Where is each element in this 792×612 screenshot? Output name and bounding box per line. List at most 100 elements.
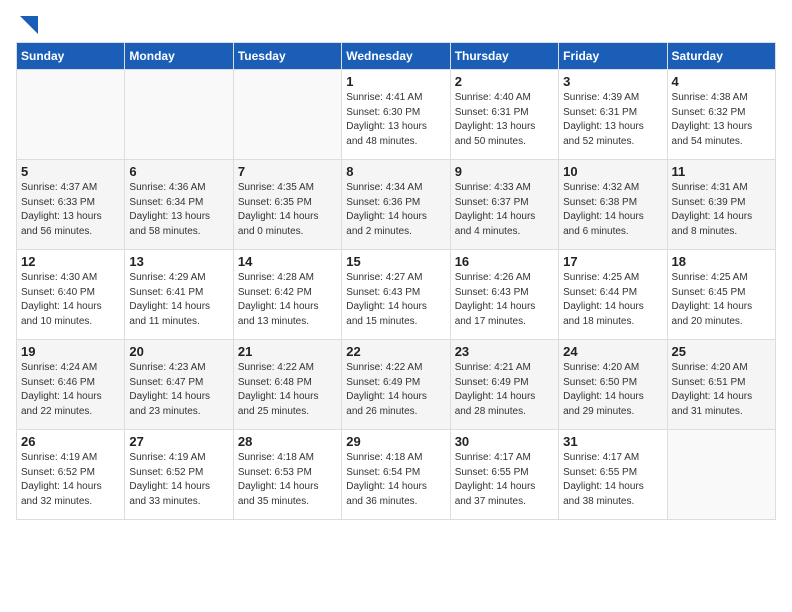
week-row-4: 19 Sunrise: 4:24 AM Sunset: 6:46 PM Dayli… bbox=[17, 340, 776, 430]
day-info: Sunrise: 4:22 AM Sunset: 6:48 PM Dayligh… bbox=[238, 361, 337, 419]
day-info: Sunrise: 4:29 AM Sunset: 6:41 PM Dayligh… bbox=[129, 271, 228, 329]
day-number: 26 bbox=[21, 434, 120, 449]
week-row-1: 1 Sunrise: 4:41 AM Sunset: 6:30 PM Daylig… bbox=[17, 70, 776, 160]
calendar-header-row: SundayMondayTuesdayWednesdayThursdayFrid… bbox=[17, 43, 776, 70]
calendar-cell: 8Sunrise: 4:34 AM Sunset: 6:36 PM Daylig… bbox=[342, 160, 450, 250]
day-number: 13 bbox=[129, 254, 228, 269]
day-number: 24 bbox=[563, 344, 662, 359]
week-row-2: 5Sunrise: 4:37 AM Sunset: 6:33 PM Daylig… bbox=[17, 160, 776, 250]
day-number: 11 bbox=[672, 164, 771, 179]
calendar-cell: 31 Sunrise: 4:17 AM Sunset: 6:55 PM Dayli… bbox=[559, 430, 667, 520]
calendar-cell: 2 Sunrise: 4:40 AM Sunset: 6:31 PM Daylig… bbox=[450, 70, 558, 160]
calendar-cell: 23 Sunrise: 4:21 AM Sunset: 6:49 PM Dayli… bbox=[450, 340, 558, 430]
calendar-cell: 4 Sunrise: 4:38 AM Sunset: 6:32 PM Daylig… bbox=[667, 70, 775, 160]
day-number: 12 bbox=[21, 254, 120, 269]
day-number: 27 bbox=[129, 434, 228, 449]
day-number: 6 bbox=[129, 164, 228, 179]
day-number: 1 bbox=[346, 74, 445, 89]
day-info: Sunrise: 4:28 AM Sunset: 6:42 PM Dayligh… bbox=[238, 271, 337, 329]
day-info: Sunrise: 4:23 AM Sunset: 6:47 PM Dayligh… bbox=[129, 361, 228, 419]
calendar-cell: 3 Sunrise: 4:39 AM Sunset: 6:31 PM Daylig… bbox=[559, 70, 667, 160]
calendar-cell bbox=[17, 70, 125, 160]
day-info: Sunrise: 4:30 AM Sunset: 6:40 PM Dayligh… bbox=[21, 271, 120, 329]
day-info: Sunrise: 4:24 AM Sunset: 6:46 PM Dayligh… bbox=[21, 361, 120, 419]
calendar-cell: 28Sunrise: 4:18 AM Sunset: 6:53 PM Dayli… bbox=[233, 430, 341, 520]
col-header-thursday: Thursday bbox=[450, 43, 558, 70]
calendar-cell: 14 Sunrise: 4:28 AM Sunset: 6:42 PM Dayli… bbox=[233, 250, 341, 340]
calendar-cell bbox=[667, 430, 775, 520]
col-header-monday: Monday bbox=[125, 43, 233, 70]
day-info: Sunrise: 4:25 AM Sunset: 6:44 PM Dayligh… bbox=[563, 271, 662, 329]
calendar-cell: 1 Sunrise: 4:41 AM Sunset: 6:30 PM Daylig… bbox=[342, 70, 450, 160]
calendar-cell: 11 Sunrise: 4:31 AM Sunset: 6:39 PM Dayli… bbox=[667, 160, 775, 250]
calendar-table: SundayMondayTuesdayWednesdayThursdayFrid… bbox=[16, 42, 776, 520]
day-info: Sunrise: 4:18 AM Sunset: 6:53 PM Dayligh… bbox=[238, 451, 337, 509]
day-number: 2 bbox=[455, 74, 554, 89]
day-info: Sunrise: 4:38 AM Sunset: 6:32 PM Dayligh… bbox=[672, 91, 771, 149]
calendar-cell: 5Sunrise: 4:37 AM Sunset: 6:33 PM Daylig… bbox=[17, 160, 125, 250]
day-info: Sunrise: 4:32 AM Sunset: 6:38 PM Dayligh… bbox=[563, 181, 662, 239]
calendar-cell: 29Sunrise: 4:18 AM Sunset: 6:54 PM Dayli… bbox=[342, 430, 450, 520]
day-number: 16 bbox=[455, 254, 554, 269]
calendar-cell: 19 Sunrise: 4:24 AM Sunset: 6:46 PM Dayli… bbox=[17, 340, 125, 430]
page-header bbox=[16, 16, 776, 30]
day-number: 19 bbox=[21, 344, 120, 359]
calendar-cell: 25Sunrise: 4:20 AM Sunset: 6:51 PM Dayli… bbox=[667, 340, 775, 430]
day-number: 4 bbox=[672, 74, 771, 89]
day-number: 31 bbox=[563, 434, 662, 449]
logo bbox=[16, 16, 34, 30]
day-number: 23 bbox=[455, 344, 554, 359]
calendar-cell: 17Sunrise: 4:25 AM Sunset: 6:44 PM Dayli… bbox=[559, 250, 667, 340]
day-info: Sunrise: 4:20 AM Sunset: 6:51 PM Dayligh… bbox=[672, 361, 771, 419]
day-number: 14 bbox=[238, 254, 337, 269]
calendar-cell bbox=[233, 70, 341, 160]
calendar-cell: 7 Sunrise: 4:35 AM Sunset: 6:35 PM Daylig… bbox=[233, 160, 341, 250]
day-number: 21 bbox=[238, 344, 337, 359]
day-number: 22 bbox=[346, 344, 445, 359]
day-number: 3 bbox=[563, 74, 662, 89]
calendar-cell: 15Sunrise: 4:27 AM Sunset: 6:43 PM Dayli… bbox=[342, 250, 450, 340]
day-info: Sunrise: 4:41 AM Sunset: 6:30 PM Dayligh… bbox=[346, 91, 445, 149]
day-info: Sunrise: 4:31 AM Sunset: 6:39 PM Dayligh… bbox=[672, 181, 771, 239]
calendar-cell: 6 Sunrise: 4:36 AM Sunset: 6:34 PM Daylig… bbox=[125, 160, 233, 250]
calendar-cell: 24 Sunrise: 4:20 AM Sunset: 6:50 PM Dayli… bbox=[559, 340, 667, 430]
calendar-cell: 10 Sunrise: 4:32 AM Sunset: 6:38 PM Dayli… bbox=[559, 160, 667, 250]
day-info: Sunrise: 4:36 AM Sunset: 6:34 PM Dayligh… bbox=[129, 181, 228, 239]
day-number: 20 bbox=[129, 344, 228, 359]
col-header-tuesday: Tuesday bbox=[233, 43, 341, 70]
day-number: 30 bbox=[455, 434, 554, 449]
calendar-cell bbox=[125, 70, 233, 160]
calendar-cell: 30 Sunrise: 4:17 AM Sunset: 6:55 PM Dayli… bbox=[450, 430, 558, 520]
col-header-saturday: Saturday bbox=[667, 43, 775, 70]
day-info: Sunrise: 4:37 AM Sunset: 6:33 PM Dayligh… bbox=[21, 181, 120, 239]
day-info: Sunrise: 4:20 AM Sunset: 6:50 PM Dayligh… bbox=[563, 361, 662, 419]
week-row-3: 12 Sunrise: 4:30 AM Sunset: 6:40 PM Dayli… bbox=[17, 250, 776, 340]
day-number: 7 bbox=[238, 164, 337, 179]
calendar-cell: 22Sunrise: 4:22 AM Sunset: 6:49 PM Dayli… bbox=[342, 340, 450, 430]
day-info: Sunrise: 4:17 AM Sunset: 6:55 PM Dayligh… bbox=[455, 451, 554, 509]
day-info: Sunrise: 4:19 AM Sunset: 6:52 PM Dayligh… bbox=[129, 451, 228, 509]
day-number: 10 bbox=[563, 164, 662, 179]
day-info: Sunrise: 4:21 AM Sunset: 6:49 PM Dayligh… bbox=[455, 361, 554, 419]
day-info: Sunrise: 4:39 AM Sunset: 6:31 PM Dayligh… bbox=[563, 91, 662, 149]
day-info: Sunrise: 4:34 AM Sunset: 6:36 PM Dayligh… bbox=[346, 181, 445, 239]
logo-arrow-icon bbox=[20, 16, 38, 34]
calendar-cell: 27 Sunrise: 4:19 AM Sunset: 6:52 PM Dayli… bbox=[125, 430, 233, 520]
day-info: Sunrise: 4:26 AM Sunset: 6:43 PM Dayligh… bbox=[455, 271, 554, 329]
day-info: Sunrise: 4:35 AM Sunset: 6:35 PM Dayligh… bbox=[238, 181, 337, 239]
day-number: 18 bbox=[672, 254, 771, 269]
calendar-cell: 12 Sunrise: 4:30 AM Sunset: 6:40 PM Dayli… bbox=[17, 250, 125, 340]
col-header-sunday: Sunday bbox=[17, 43, 125, 70]
col-header-friday: Friday bbox=[559, 43, 667, 70]
day-info: Sunrise: 4:19 AM Sunset: 6:52 PM Dayligh… bbox=[21, 451, 120, 509]
calendar-body: 1 Sunrise: 4:41 AM Sunset: 6:30 PM Daylig… bbox=[17, 70, 776, 520]
day-number: 9 bbox=[455, 164, 554, 179]
calendar-cell: 20 Sunrise: 4:23 AM Sunset: 6:47 PM Dayli… bbox=[125, 340, 233, 430]
calendar-cell: 26 Sunrise: 4:19 AM Sunset: 6:52 PM Dayli… bbox=[17, 430, 125, 520]
day-number: 15 bbox=[346, 254, 445, 269]
calendar-cell: 13 Sunrise: 4:29 AM Sunset: 6:41 PM Dayli… bbox=[125, 250, 233, 340]
day-info: Sunrise: 4:17 AM Sunset: 6:55 PM Dayligh… bbox=[563, 451, 662, 509]
calendar-cell: 18Sunrise: 4:25 AM Sunset: 6:45 PM Dayli… bbox=[667, 250, 775, 340]
day-info: Sunrise: 4:40 AM Sunset: 6:31 PM Dayligh… bbox=[455, 91, 554, 149]
week-row-5: 26 Sunrise: 4:19 AM Sunset: 6:52 PM Dayli… bbox=[17, 430, 776, 520]
